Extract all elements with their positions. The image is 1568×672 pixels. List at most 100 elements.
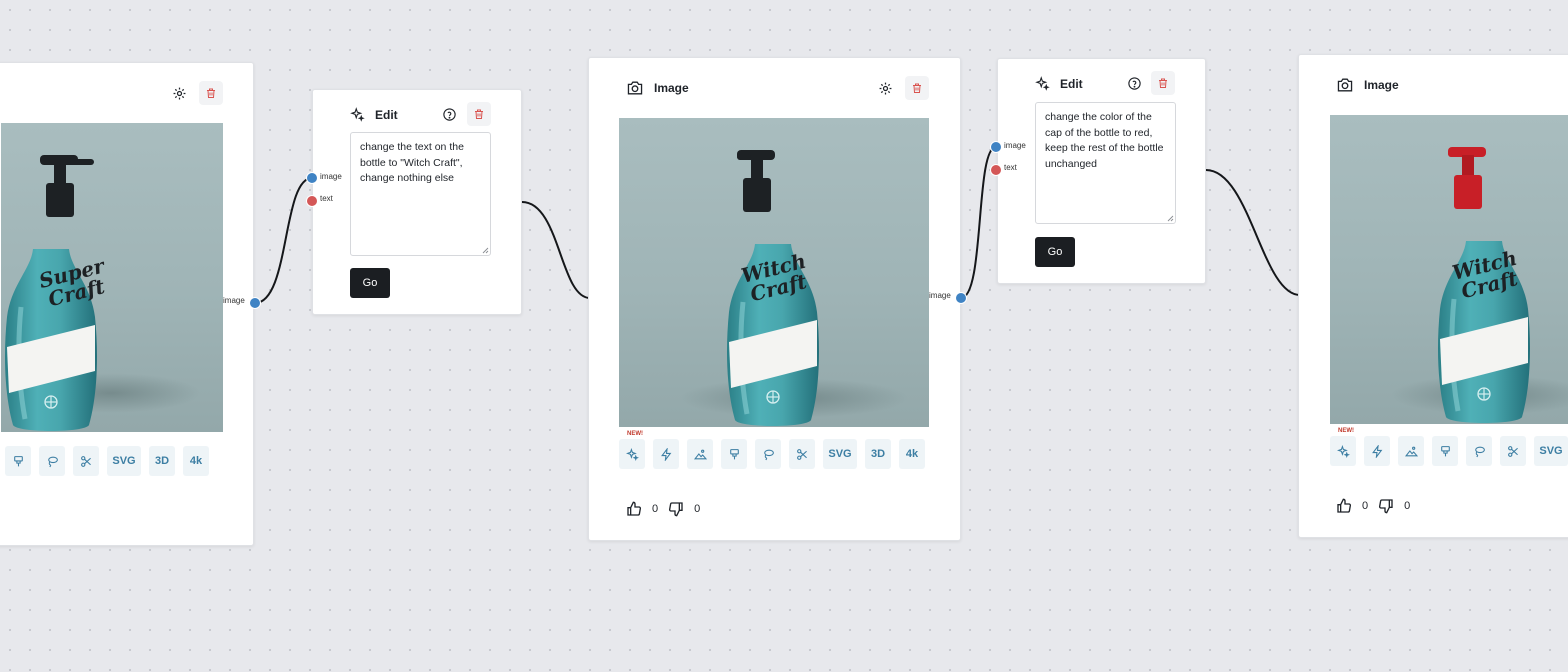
tool-scissors[interactable] bbox=[1500, 436, 1526, 466]
output-port-label: image bbox=[223, 296, 245, 305]
help-button[interactable] bbox=[1122, 71, 1146, 95]
wire-edit2-to-image3 bbox=[1205, 169, 1301, 296]
tool-brush[interactable] bbox=[721, 439, 747, 469]
bolt-icon bbox=[1371, 444, 1382, 458]
edit-header: Edit bbox=[350, 107, 398, 122]
edit-prompt-input[interactable]: change the color of the cap of the bottl… bbox=[1035, 102, 1176, 224]
tool-scissors[interactable] bbox=[73, 446, 99, 476]
camera-icon bbox=[1337, 78, 1353, 92]
thumbs-down-icon[interactable] bbox=[1378, 498, 1394, 514]
settings-button[interactable] bbox=[873, 76, 897, 100]
thumbs-down-icon[interactable] bbox=[668, 501, 684, 517]
tool-svg[interactable]: SVG bbox=[823, 439, 857, 469]
tool-brush[interactable] bbox=[5, 446, 31, 476]
input-port-label-image: image bbox=[1004, 141, 1026, 150]
output-port-image[interactable] bbox=[955, 292, 967, 304]
go-button[interactable]: Go bbox=[350, 268, 390, 298]
thumbs-up-icon[interactable] bbox=[1336, 498, 1352, 514]
sparkle-icon bbox=[350, 107, 365, 122]
generated-image[interactable]: Super Craft bbox=[1, 123, 223, 432]
image-toolbar: NEW! SVG 3D 4k bbox=[619, 431, 925, 469]
image-node-3[interactable]: Image Witch Craft NEW! SVG 0 0 bbox=[1298, 54, 1568, 538]
lasso-icon bbox=[1474, 446, 1485, 457]
tool-4k[interactable]: 4k bbox=[899, 439, 925, 469]
output-port-image[interactable] bbox=[249, 297, 261, 309]
edit-title: Edit bbox=[375, 107, 398, 122]
tool-bolt[interactable] bbox=[1364, 436, 1390, 466]
image-node-2[interactable]: Image Witch Craft NEW! SVG 3D 4k 0 0 bbox=[588, 57, 961, 541]
like-count: 0 bbox=[652, 503, 659, 515]
tool-3d[interactable]: 3D bbox=[865, 439, 891, 469]
image-header: Image bbox=[626, 80, 689, 96]
reactions: 0 0 bbox=[1336, 498, 1410, 514]
sparkle-icon bbox=[1336, 444, 1350, 458]
edit-header: Edit bbox=[1035, 76, 1083, 91]
tool-svg[interactable]: SVG bbox=[1534, 436, 1568, 466]
bolt-icon bbox=[660, 447, 671, 461]
trash-icon bbox=[913, 83, 921, 93]
edit-node-1[interactable]: Edit change the text on the bottle to "W… bbox=[312, 89, 522, 315]
brush-icon bbox=[1440, 445, 1450, 456]
lasso-icon bbox=[47, 456, 58, 467]
resize-handle-icon[interactable] bbox=[1167, 215, 1174, 222]
delete-button[interactable] bbox=[467, 102, 491, 126]
dislike-count: 0 bbox=[694, 503, 701, 515]
input-port-image[interactable] bbox=[306, 172, 318, 184]
settings-button[interactable] bbox=[167, 81, 191, 105]
output-port-label: image bbox=[929, 291, 951, 300]
edit-prompt-input[interactable]: change the text on the bottle to "Witch … bbox=[350, 132, 491, 256]
sparkle-icon bbox=[1035, 76, 1050, 91]
delete-button[interactable] bbox=[1151, 71, 1175, 95]
scissors-icon bbox=[796, 448, 807, 460]
image-title: Image bbox=[654, 81, 689, 95]
go-button[interactable]: Go bbox=[1035, 237, 1075, 267]
trash-icon bbox=[475, 109, 483, 119]
input-port-text[interactable] bbox=[990, 164, 1002, 176]
resize-handle-icon[interactable] bbox=[482, 247, 489, 254]
thumbs-up-icon[interactable] bbox=[626, 501, 642, 517]
tool-lasso[interactable] bbox=[755, 439, 781, 469]
reactions: 0 0 bbox=[626, 501, 700, 517]
image-node-1[interactable]: Super Craft SVG 3D 4k 0 bbox=[0, 62, 254, 546]
lasso-icon bbox=[763, 449, 774, 460]
landscape-icon bbox=[693, 449, 707, 459]
tool-bolt[interactable] bbox=[653, 439, 679, 469]
image-title: Image bbox=[1364, 78, 1399, 92]
wire-edit1-to-image2 bbox=[521, 201, 591, 299]
tool-3d[interactable]: 3D bbox=[149, 446, 175, 476]
generated-image[interactable]: Witch Craft bbox=[1330, 115, 1568, 424]
tool-svg[interactable]: SVG bbox=[107, 446, 141, 476]
question-circle-icon bbox=[1127, 76, 1141, 90]
delete-button[interactable] bbox=[905, 76, 929, 100]
scissors-icon bbox=[1507, 445, 1518, 457]
tool-sparkle-new[interactable]: NEW! bbox=[1330, 428, 1356, 466]
new-badge: NEW! bbox=[1338, 428, 1354, 434]
edit-node-2[interactable]: Edit change the color of the cap of the … bbox=[997, 58, 1206, 284]
tool-lasso[interactable] bbox=[39, 446, 65, 476]
tool-brush[interactable] bbox=[1432, 436, 1458, 466]
gear-icon bbox=[173, 87, 185, 99]
tool-landscape[interactable] bbox=[687, 439, 713, 469]
sparkle-icon bbox=[625, 447, 639, 461]
generated-image[interactable]: Witch Craft bbox=[619, 118, 929, 427]
tool-landscape[interactable] bbox=[1398, 436, 1424, 466]
input-port-image[interactable] bbox=[990, 141, 1002, 153]
wire-image1-to-edit1 bbox=[254, 177, 313, 304]
input-port-text[interactable] bbox=[306, 195, 318, 207]
tool-scissors[interactable] bbox=[789, 439, 815, 469]
dislike-count: 0 bbox=[1404, 500, 1411, 512]
input-port-label-text: text bbox=[320, 194, 333, 203]
brush-icon bbox=[729, 448, 739, 459]
trash-icon bbox=[207, 88, 215, 98]
brush-icon bbox=[13, 455, 23, 466]
tool-lasso[interactable] bbox=[1466, 436, 1492, 466]
delete-button[interactable] bbox=[199, 81, 223, 105]
image-header: Image bbox=[1336, 77, 1399, 93]
gear-icon bbox=[879, 82, 891, 94]
edit-title: Edit bbox=[1060, 76, 1083, 91]
workflow-canvas[interactable]: Super Craft SVG 3D 4k 0 image Edit bbox=[0, 0, 1568, 672]
tool-sparkle-new[interactable]: NEW! bbox=[619, 431, 645, 469]
help-button[interactable] bbox=[437, 102, 461, 126]
new-badge: NEW! bbox=[627, 431, 643, 437]
tool-4k[interactable]: 4k bbox=[183, 446, 209, 476]
